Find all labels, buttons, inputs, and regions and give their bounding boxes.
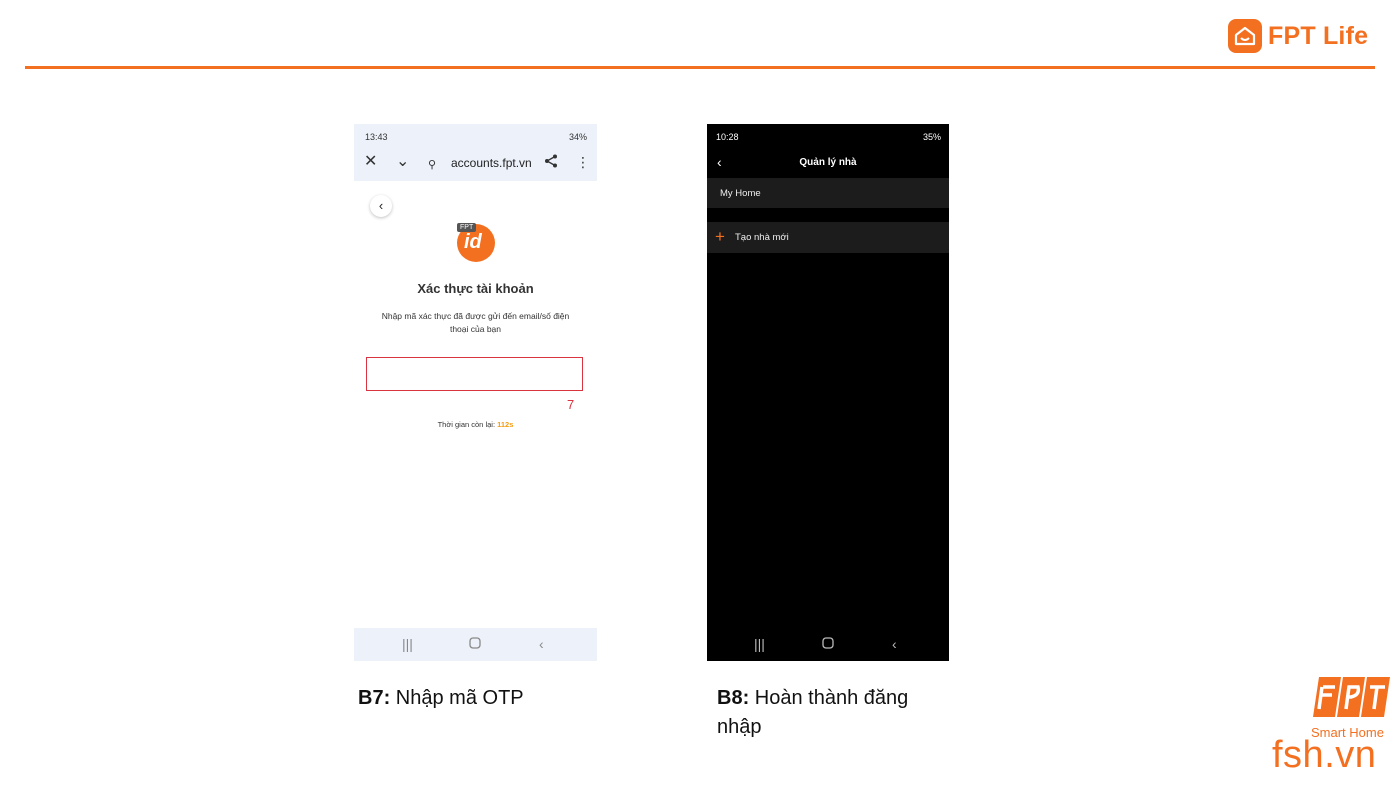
- recent-apps-icon[interactable]: |||: [402, 636, 413, 652]
- phone-screenshot-otp: 13:43 34% ✕ ⌄ ⚲ accounts.fpt.vn ⋮ ‹ FPT …: [354, 124, 597, 661]
- phone-screenshot-home: 10:28 35% ‹ Quản lý nhà My Home + Tạo nh…: [707, 124, 949, 661]
- otp-input[interactable]: [366, 357, 583, 391]
- fpt-id-logo: FPT id: [457, 223, 495, 262]
- page-subtitle: Nhập mã xác thực đã được gửi đến email/s…: [381, 311, 570, 334]
- fpt-life-brand: FPT Life: [1228, 19, 1368, 53]
- step-caption-b7: B7: Nhập mã OTP: [358, 684, 618, 713]
- brand-name: FPT Life: [1268, 21, 1369, 50]
- close-icon[interactable]: ✕: [364, 154, 377, 170]
- plus-icon: +: [715, 227, 725, 246]
- site-settings-icon[interactable]: ⚲: [428, 157, 436, 173]
- status-bar: 10:28 35%: [707, 124, 949, 148]
- status-bar: 13:43 34%: [354, 124, 597, 148]
- browser-toolbar: ✕ ⌄ ⚲ accounts.fpt.vn ⋮: [354, 148, 597, 181]
- step-label: B7:: [358, 687, 391, 709]
- home-button-icon[interactable]: [822, 636, 834, 652]
- site-url: fsh.vn: [1272, 734, 1377, 776]
- url-text[interactable]: accounts.fpt.vn: [451, 156, 532, 170]
- page-title: Xác thực tài khoản: [417, 281, 534, 296]
- app-header: ‹ Quản lý nhà: [707, 152, 949, 174]
- home-icon: [1228, 19, 1262, 53]
- home-button-icon[interactable]: [469, 636, 481, 652]
- step-text: Nhập mã OTP: [395, 687, 524, 709]
- recent-apps-icon[interactable]: |||: [754, 636, 765, 652]
- android-nav-bar: ||| ‹: [354, 628, 597, 661]
- status-time: 10:28: [716, 132, 739, 142]
- create-home-button[interactable]: + Tạo nhà mới: [707, 222, 949, 253]
- otp-counter: 7: [567, 397, 575, 412]
- fpt-logo: [1313, 677, 1390, 717]
- status-time: 13:43: [365, 132, 388, 142]
- back-nav-icon[interactable]: ‹: [539, 636, 544, 652]
- chevron-down-icon[interactable]: ⌄: [396, 154, 409, 170]
- header-divider: [25, 66, 1375, 69]
- back-nav-icon[interactable]: ‹: [892, 636, 897, 652]
- battery-level: 35%: [922, 132, 941, 142]
- step-label: B8:: [717, 687, 750, 709]
- more-menu-icon[interactable]: ⋮: [576, 154, 590, 170]
- logo-mark: id: [464, 231, 482, 253]
- create-home-label: Tạo nhà mới: [735, 232, 789, 243]
- screen-title: Quản lý nhà: [799, 157, 857, 168]
- android-nav-bar: ||| ‹: [707, 628, 949, 661]
- step-caption-b8: B8: Hoàn thành đăng nhập: [717, 684, 957, 742]
- otp-timer: Thời gian còn lại: 112s: [354, 420, 597, 429]
- share-icon[interactable]: [544, 154, 558, 172]
- timer-value: 112s: [497, 420, 514, 429]
- timer-label: Thời gian còn lại:: [437, 420, 496, 429]
- list-item-my-home[interactable]: My Home: [707, 178, 949, 208]
- list-item-label: My Home: [720, 188, 761, 199]
- back-button[interactable]: ‹: [370, 195, 392, 217]
- battery-level: 34%: [568, 132, 587, 142]
